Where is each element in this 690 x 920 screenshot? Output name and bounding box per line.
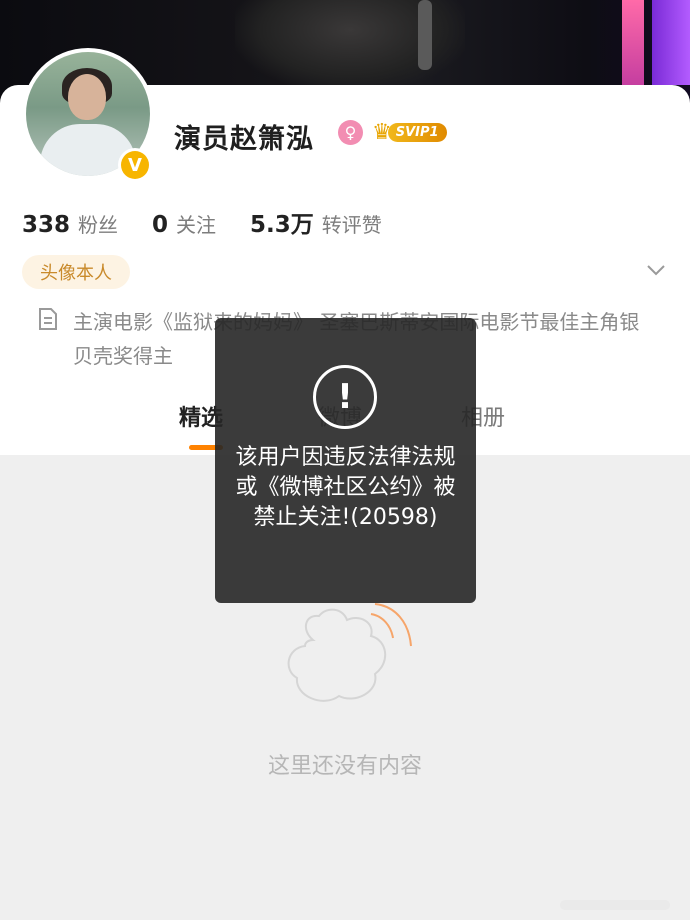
profile-name: 演员赵箫泓: [174, 124, 314, 155]
error-toast-message: 该用户因违反法律法规或《微博社区公约》被禁止关注!(20598): [235, 445, 456, 530]
profile-stats: 338 粉丝 0 关注 5.3万 转评赞: [22, 205, 416, 239]
stat-interactions-value: 5.3万: [250, 212, 314, 238]
verified-badge-label: V: [121, 151, 149, 179]
stat-following-label: 关注: [176, 213, 217, 237]
document-icon: [39, 308, 57, 330]
stat-fans-label: 粉丝: [78, 213, 119, 237]
cover-stage-light-violet: [652, 0, 690, 85]
watermark: [560, 900, 670, 910]
stat-following-value: 0: [152, 212, 169, 238]
cover-microphone: [418, 0, 432, 70]
cover-stage-light-pink: [622, 0, 644, 85]
verified-badge-icon: V: [118, 148, 152, 182]
stat-interactions[interactable]: 5.3万 转评赞: [250, 205, 382, 239]
chevron-down-icon[interactable]: [646, 260, 666, 280]
female-icon: ♀: [338, 120, 363, 145]
empty-content-illustration: [287, 603, 412, 702]
exclamation-icon: !: [313, 365, 377, 429]
avatar-verified-tag[interactable]: 头像本人: [22, 255, 130, 289]
stat-fans[interactable]: 338 粉丝: [22, 209, 118, 238]
stat-interactions-label: 转评赞: [321, 213, 382, 237]
svip-badge[interactable]: ♛ SVIP1: [372, 120, 447, 145]
stat-fans-value: 338: [22, 212, 71, 238]
svip-label: SVIP1: [387, 122, 447, 142]
empty-state-text: 这里还没有内容: [267, 754, 422, 779]
stat-following[interactable]: 0 关注: [152, 209, 216, 238]
error-toast: ! 该用户因违反法律法规或《微博社区公约》被禁止关注!(20598): [215, 318, 476, 603]
